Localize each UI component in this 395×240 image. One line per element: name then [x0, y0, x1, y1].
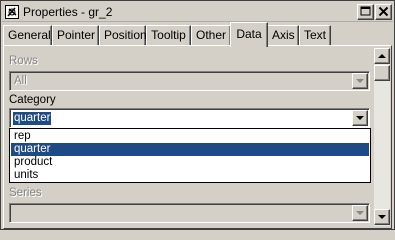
- tab-axis[interactable]: Axis: [267, 25, 299, 46]
- series-label: Series: [9, 187, 42, 199]
- category-dropdown-button[interactable]: [352, 110, 368, 126]
- title-bar[interactable]: Properties - gr_2: [2, 2, 393, 22]
- tab-position[interactable]: Position: [99, 25, 147, 46]
- data-tab-panel: Rows All Category quarter rep quarter pr…: [3, 45, 392, 229]
- chevron-down-icon: [356, 211, 364, 215]
- rows-label: Rows: [9, 55, 38, 67]
- category-value: quarter: [13, 112, 52, 125]
- scroll-up-button[interactable]: [374, 48, 390, 64]
- rows-combobox[interactable]: All: [9, 71, 370, 91]
- properties-window: Properties - gr_2 General Pointer Positi…: [0, 0, 395, 230]
- vertical-scrollbar[interactable]: [374, 48, 390, 226]
- rows-dropdown-button[interactable]: [352, 73, 368, 89]
- arrow-up-icon: [378, 54, 386, 58]
- category-option-units[interactable]: units: [11, 169, 369, 182]
- category-dropdown-list: rep quarter product units: [9, 128, 371, 183]
- maximize-button[interactable]: [357, 4, 374, 20]
- properties-app-icon: [5, 5, 19, 19]
- tab-data[interactable]: Data: [230, 22, 268, 47]
- category-option-product[interactable]: product: [11, 156, 369, 169]
- rows-value: All: [14, 75, 27, 87]
- category-option-quarter[interactable]: quarter: [11, 143, 369, 156]
- arrow-down-icon: [378, 215, 386, 219]
- series-combobox[interactable]: [9, 203, 370, 223]
- tab-tooltip[interactable]: Tooltip: [146, 25, 191, 46]
- tab-general[interactable]: General: [3, 25, 52, 46]
- window-title: Properties - gr_2: [23, 5, 113, 19]
- tab-text[interactable]: Text: [299, 25, 331, 46]
- category-option-rep[interactable]: rep: [11, 130, 369, 143]
- category-combobox[interactable]: quarter: [9, 108, 370, 128]
- close-button[interactable]: [375, 4, 392, 20]
- tab-other[interactable]: Other: [191, 25, 231, 46]
- close-icon: [378, 6, 389, 17]
- chevron-down-icon: [356, 79, 364, 83]
- chevron-down-icon: [356, 116, 364, 120]
- category-label: Category: [9, 94, 56, 106]
- scroll-thumb[interactable]: [374, 65, 390, 81]
- series-dropdown-button[interactable]: [352, 205, 368, 221]
- scroll-down-button[interactable]: [374, 209, 390, 225]
- maximize-icon: [360, 6, 371, 16]
- panel-content: Rows All Category quarter rep quarter pr…: [4, 46, 373, 228]
- tab-strip: General Pointer Position Tooltip Other D…: [1, 22, 394, 47]
- tab-pointer[interactable]: Pointer: [52, 25, 99, 46]
